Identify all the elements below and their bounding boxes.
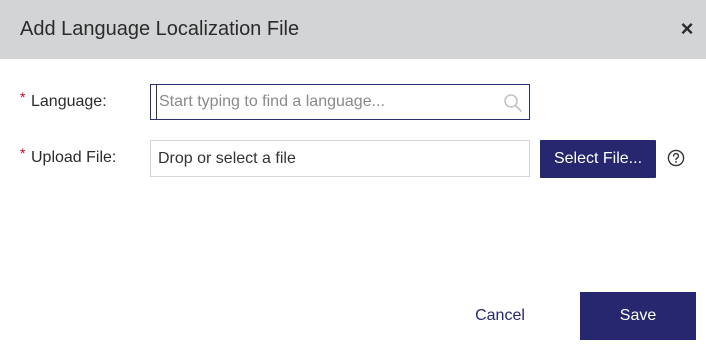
- select-file-button[interactable]: Select File...: [540, 140, 656, 178]
- language-label: Language:: [31, 93, 107, 110]
- save-button[interactable]: Save: [580, 292, 696, 340]
- dialog-header: Add Language Localization File ×: [0, 0, 706, 59]
- cancel-button[interactable]: Cancel: [460, 293, 540, 339]
- required-marker: *: [20, 89, 26, 105]
- dialog-title: Add Language Localization File: [20, 18, 300, 40]
- language-input-wrapper: [150, 84, 530, 120]
- upload-row: * Upload File: Drop or select a file Sel…: [0, 139, 706, 178]
- language-search-input[interactable]: [156, 85, 496, 119]
- close-button[interactable]: ×: [676, 18, 698, 40]
- add-language-dialog: Add Language Localization File × * Langu…: [0, 0, 706, 352]
- language-row: * Language:: [0, 83, 706, 121]
- help-circle-icon[interactable]: [667, 149, 685, 167]
- search-icon: [504, 94, 522, 112]
- upload-file-label: Upload File:: [31, 149, 117, 166]
- file-drop-text: Drop or select a file: [158, 150, 296, 167]
- required-marker: *: [20, 145, 26, 161]
- file-drop-zone[interactable]: Drop or select a file: [150, 140, 530, 177]
